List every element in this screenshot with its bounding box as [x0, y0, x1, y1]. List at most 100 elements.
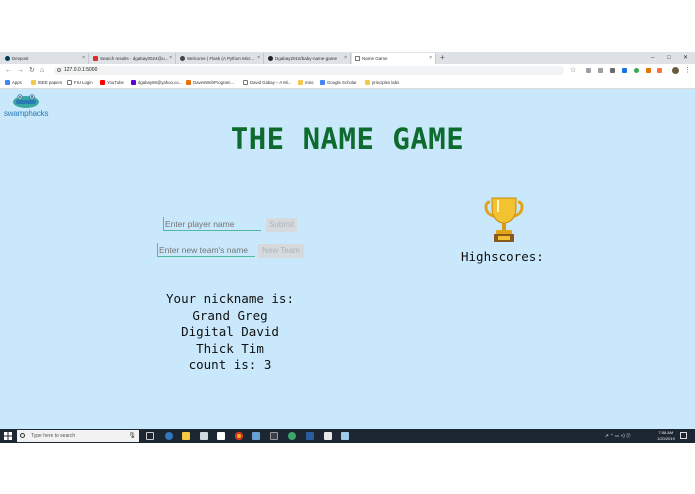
- extension-icon[interactable]: [646, 68, 651, 73]
- app-icon[interactable]: [306, 432, 314, 440]
- notification-icon[interactable]: [680, 432, 687, 439]
- reload-icon[interactable]: ↻: [29, 64, 35, 77]
- bookmark-principles-labs[interactable]: principles labs: [365, 77, 399, 88]
- bookmark-google-scholar[interactable]: Google Scholar: [320, 77, 357, 88]
- devpost-icon: [5, 56, 10, 61]
- url-field[interactable]: 127.0.0.1:5000: [54, 66, 564, 75]
- chrome-icon[interactable]: [235, 432, 243, 440]
- tab-flask[interactable]: Welcome | Flask (A Python Micr... ×: [177, 53, 264, 64]
- logo-text: swamphacks: [4, 109, 49, 118]
- page-icon: [355, 56, 360, 61]
- count-text: count is: 3: [188, 357, 272, 372]
- store-icon[interactable]: [217, 432, 225, 440]
- bookmark-david-gabay[interactable]: David Gabay – A Mi...: [243, 77, 291, 88]
- tab-label: Search results - dgabay0024@u...: [100, 56, 169, 61]
- close-icon[interactable]: ×: [169, 53, 172, 64]
- search-placeholder: Type here to search: [31, 433, 76, 439]
- url-text: 127.0.0.1:5000: [64, 67, 98, 73]
- bookmark-daves-web[interactable]: DavesWebProgram...: [186, 77, 234, 88]
- player-name: Digital David: [181, 324, 279, 339]
- extension-icon[interactable]: [634, 68, 639, 73]
- bookmark-label: dgabay65@yahoo.co...: [138, 80, 183, 85]
- bookmark-star-icon[interactable]: ☆: [570, 64, 576, 77]
- bookmark-label: FIU Login: [74, 80, 93, 85]
- maximize-button[interactable]: □: [667, 52, 671, 64]
- tab-name-game[interactable]: Name Game ×: [352, 53, 436, 64]
- page-icon: [67, 80, 72, 85]
- nickname-panel: Your nickname is: Grand Greg Digital Dav…: [130, 291, 330, 374]
- system-tray[interactable]: ⇗ ⌃ ▭ ◖) ㋡: [605, 429, 631, 443]
- bookmark-label: Apps: [12, 80, 22, 85]
- swamphacks-logo[interactable]: swamphacks: [4, 93, 52, 119]
- profile-avatar[interactable]: [672, 67, 679, 74]
- tab-github[interactable]: Dgabay2015/baby-name-game ×: [265, 53, 351, 64]
- scholar-icon: [320, 80, 325, 85]
- bookmark-label: IEEE papers: [38, 80, 63, 85]
- extension-icon[interactable]: [610, 68, 615, 73]
- bookmark-apps[interactable]: Apps: [5, 77, 22, 88]
- team-name-input[interactable]: [157, 243, 255, 257]
- extension-icon[interactable]: [657, 68, 662, 73]
- calculator-icon[interactable]: [324, 432, 332, 440]
- windows-start-icon[interactable]: [4, 432, 12, 440]
- submit-button[interactable]: Submit: [266, 218, 297, 232]
- microphone-icon[interactable]: 🎙: [128, 430, 136, 442]
- yahoo-icon: [131, 80, 136, 85]
- tab-strip: Devpost × Search results - dgabay0024@u.…: [0, 52, 695, 64]
- player-name-input[interactable]: [163, 217, 261, 231]
- edge-icon[interactable]: [165, 432, 173, 440]
- bookmark-label: David Gabay – A Mi...: [250, 80, 292, 85]
- bookmark-ieee-papers[interactable]: IEEE papers: [31, 77, 62, 88]
- bookmark-yahoo[interactable]: dgabay65@yahoo.co...: [131, 77, 182, 88]
- app-icon[interactable]: [252, 432, 260, 440]
- new-tab-button[interactable]: +: [440, 52, 445, 64]
- minimize-button[interactable]: –: [651, 52, 654, 64]
- close-icon[interactable]: ×: [82, 53, 85, 64]
- address-bar-row: ← → ↻ ⌂ 127.0.0.1:5000 ☆ ⋮: [0, 64, 695, 78]
- close-window-button[interactable]: ✕: [683, 52, 688, 64]
- extension-icon[interactable]: [586, 68, 591, 73]
- app-icon[interactable]: [270, 432, 278, 440]
- app-icon[interactable]: [288, 432, 296, 440]
- new-team-button[interactable]: New Team: [258, 244, 304, 258]
- home-icon[interactable]: ⌂: [40, 64, 44, 77]
- close-icon[interactable]: ×: [429, 53, 432, 64]
- site-icon: [186, 80, 191, 85]
- youtube-icon: [100, 80, 105, 85]
- taskbar-search[interactable]: Type here to search 🎙: [17, 430, 139, 442]
- gmail-icon: [93, 56, 98, 61]
- file-explorer-icon[interactable]: [182, 432, 190, 440]
- page-content: swamphacks THE NAME GAME Submit New Team…: [0, 89, 695, 444]
- bookmark-label: principles labs: [372, 80, 400, 85]
- highscores-label: Highscores:: [461, 249, 544, 264]
- photos-icon[interactable]: [341, 432, 349, 440]
- taskbar-clock[interactable]: 7:58 AM 1/20/2019: [657, 430, 675, 442]
- windows-taskbar: Type here to search 🎙 ⇗ ⌃ ▭ ◖) ㋡ 7:58 AM…: [0, 429, 695, 443]
- bookmark-label: misc: [305, 80, 314, 85]
- folder-icon: [31, 80, 36, 85]
- tab-search-results[interactable]: Search results - dgabay0024@u... ×: [90, 53, 176, 64]
- bookmark-youtube[interactable]: YouTube: [100, 77, 124, 88]
- bookmark-label: DavesWebProgram...: [193, 80, 234, 85]
- mail-icon[interactable]: [200, 432, 208, 440]
- tab-devpost[interactable]: Devpost ×: [2, 53, 89, 64]
- task-view-icon[interactable]: [146, 432, 154, 440]
- tab-label: Name Game: [362, 56, 388, 61]
- bookmark-misc[interactable]: misc: [298, 77, 314, 88]
- page-icon: [243, 80, 248, 85]
- tab-label: Dgabay2015/baby-name-game: [275, 56, 338, 61]
- tab-label: Welcome | Flask (A Python Micr...: [187, 56, 255, 61]
- back-icon[interactable]: ←: [5, 64, 12, 77]
- forward-icon[interactable]: →: [17, 64, 24, 77]
- clock-date: 1/20/2019: [657, 436, 675, 441]
- extension-icon[interactable]: [622, 68, 627, 73]
- extension-icon[interactable]: [598, 68, 603, 73]
- player-name: Thick Tim: [196, 340, 264, 356]
- menu-icon[interactable]: ⋮: [684, 64, 691, 77]
- apps-icon: [5, 80, 10, 85]
- bookmark-fiu-login[interactable]: FIU Login: [67, 77, 93, 88]
- bookmarks-bar: Apps IEEE papers FIU Login YouTube dgaba…: [0, 77, 695, 89]
- info-icon: [57, 68, 61, 72]
- close-icon[interactable]: ×: [344, 53, 347, 64]
- close-icon[interactable]: ×: [257, 53, 260, 64]
